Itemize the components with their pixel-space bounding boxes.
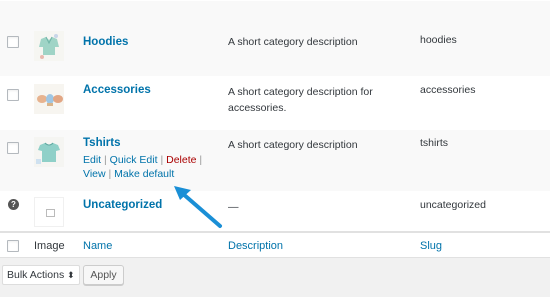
category-name-link[interactable]: Tshirts	[83, 137, 121, 149]
column-header-slug[interactable]: Slug	[420, 240, 442, 252]
table-row: Accessories A short category description…	[0, 76, 550, 129]
quick-edit-link[interactable]: Quick Edit	[110, 154, 158, 166]
table-row: Hoodies A short category description hoo…	[0, 0, 550, 76]
category-slug: accessories	[420, 84, 476, 96]
hoodies-thumbnail	[34, 31, 64, 61]
category-name-link[interactable]: Accessories	[83, 84, 151, 96]
column-header-name[interactable]: Name	[83, 240, 112, 252]
category-name-link[interactable]: Uncategorized	[83, 199, 162, 211]
view-link[interactable]: View	[83, 168, 106, 180]
accessories-thumbnail	[34, 84, 64, 114]
category-slug: tshirts	[420, 137, 449, 149]
separator: |	[108, 168, 112, 180]
column-header-image: Image	[34, 240, 65, 252]
apply-button[interactable]: Apply	[83, 265, 124, 285]
table-row: ? Uncategorized — uncategorized	[0, 191, 550, 231]
bulk-actions-select[interactable]: Bulk Actions ⬍	[2, 265, 80, 285]
category-description: A short category description	[228, 139, 358, 151]
category-slug: hoodies	[420, 34, 457, 46]
help-icon[interactable]: ?	[8, 199, 19, 210]
separator: |	[199, 154, 203, 166]
make-default-link[interactable]: Make default	[114, 168, 174, 180]
tshirts-thumbnail	[34, 137, 64, 167]
category-slug: uncategorized	[420, 199, 486, 211]
select-all-checkbox[interactable]	[7, 240, 19, 252]
edit-link[interactable]: Edit	[83, 154, 101, 166]
bulk-actions-label: Bulk Actions	[7, 269, 65, 281]
table-row: Tshirts Edit | Quick Edit | Delete | Vie…	[0, 129, 550, 191]
column-header-description[interactable]: Description	[228, 240, 283, 252]
table-footer: Image Name Description Slug	[0, 232, 550, 258]
category-description: A short category description for accesso…	[228, 86, 373, 114]
row-checkbox[interactable]	[7, 89, 19, 101]
select-arrows-icon: ⬍	[67, 270, 75, 280]
delete-link[interactable]: Delete	[166, 154, 196, 166]
placeholder-image-icon	[34, 197, 64, 227]
category-description: —	[228, 201, 239, 213]
row-actions: Edit | Quick Edit | Delete | View | Make…	[83, 153, 202, 181]
categories-table: Hoodies A short category description hoo…	[0, 0, 550, 232]
annotation-arrow-icon	[174, 186, 222, 228]
category-name-link[interactable]: Hoodies	[83, 36, 128, 48]
category-description: A short category description	[228, 36, 358, 48]
separator: |	[104, 154, 107, 166]
row-checkbox[interactable]	[7, 142, 19, 154]
separator: |	[160, 154, 164, 166]
row-checkbox[interactable]	[7, 36, 19, 48]
